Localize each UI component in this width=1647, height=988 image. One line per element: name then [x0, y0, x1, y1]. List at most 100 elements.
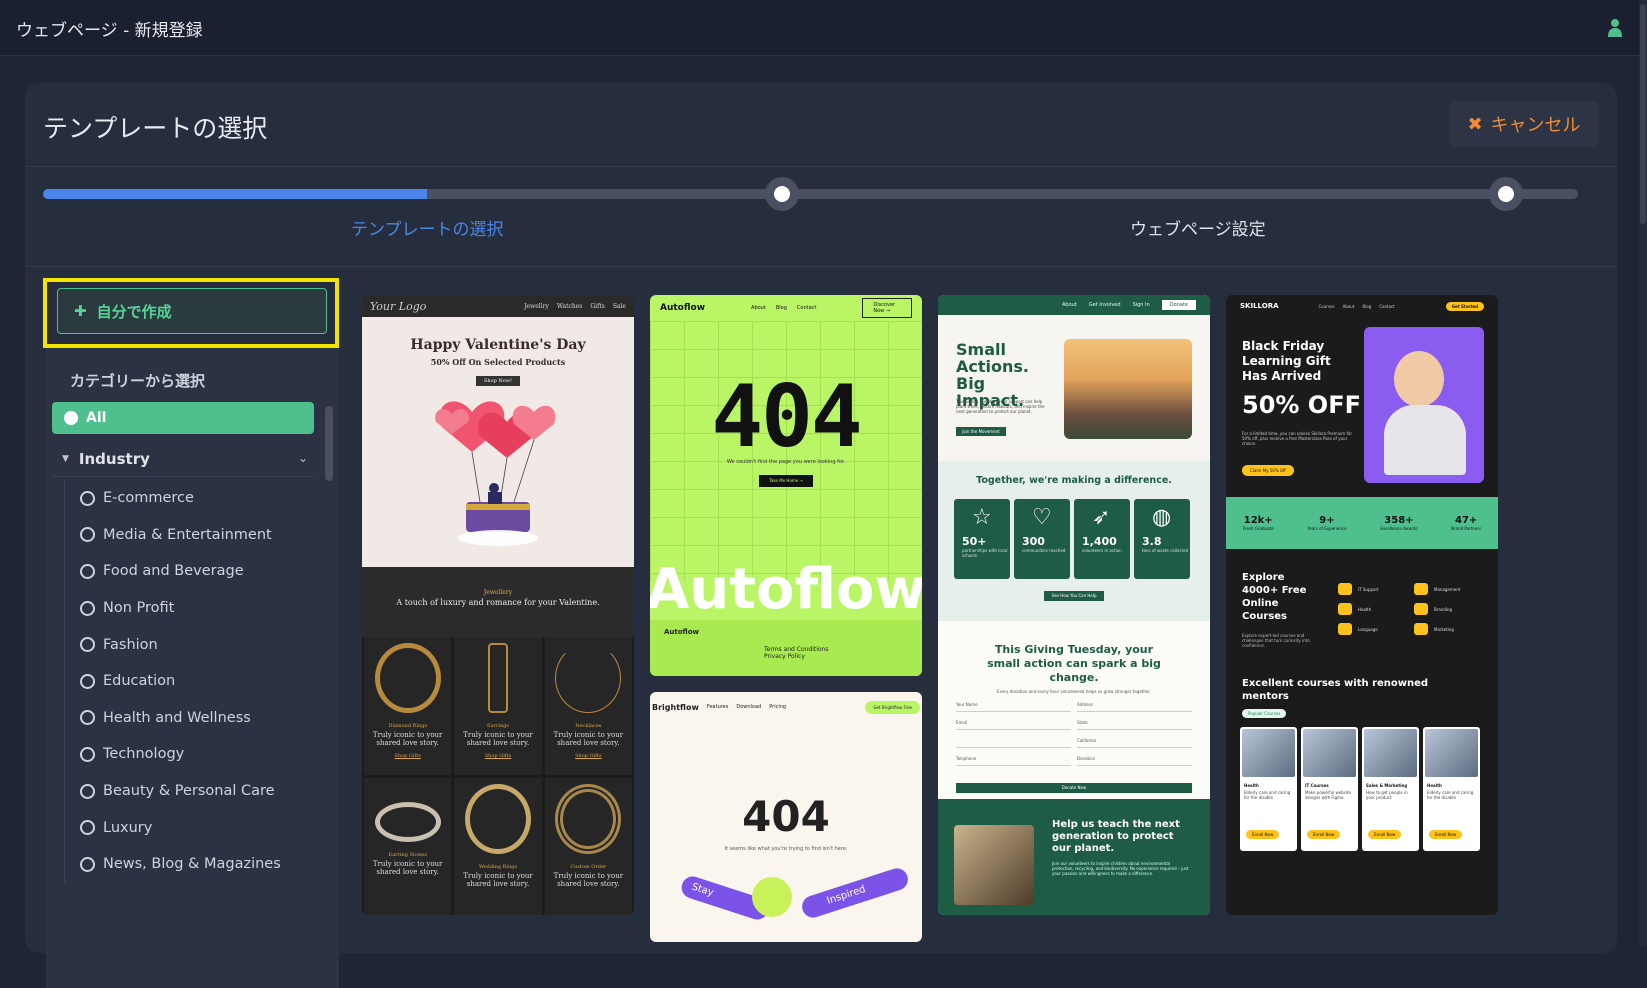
- create-own-label: 自分で作成: [96, 302, 172, 321]
- template-nav-link: Sign In: [1132, 302, 1150, 308]
- radio-icon: [80, 527, 95, 543]
- category-item[interactable]: E-commerce: [65, 480, 314, 517]
- category-box: カテゴリーから選択 All ▼ Industry ⌄ E-commerce Me…: [46, 348, 339, 988]
- template-ribbon: Inspired: [799, 865, 911, 921]
- stat-value: 300: [1022, 535, 1045, 548]
- category-item-label: Education: [103, 673, 176, 690]
- course-desc: Make powerful website designs with Figma: [1305, 790, 1351, 800]
- template-paragraph: For a limited time, you can unlock Skill…: [1242, 431, 1352, 446]
- stat-label: Excellence Awards: [1380, 526, 1418, 531]
- stat-value: 3.8: [1142, 535, 1162, 548]
- template-product-grid: Diamond Rings Truly iconic to your shared…: [362, 637, 634, 915]
- course-card: Sales & Marketing How to get people in yo…: [1362, 727, 1419, 851]
- category-item[interactable]: Health and Wellness: [65, 700, 314, 737]
- product-desc: Truly iconic to your shared love story.: [463, 872, 533, 888]
- template-section: Jewellery A touch of luxury and romance …: [362, 567, 634, 637]
- category-item[interactable]: Technology: [65, 736, 314, 773]
- template-card-skillora[interactable]: SKILLORA Courses About Blog Contact Get …: [1226, 295, 1498, 915]
- category-item[interactable]: Luxury: [65, 809, 314, 846]
- radio-icon: [80, 820, 95, 836]
- user-icon[interactable]: [1607, 18, 1623, 38]
- category-item[interactable]: Beauty & Personal Care: [65, 773, 314, 810]
- page-title: テンプレートの選択: [43, 114, 268, 143]
- template-nav-link: Blog: [1362, 303, 1372, 309]
- category-item-label: Technology: [103, 746, 185, 763]
- category-item-label: Luxury: [103, 819, 153, 836]
- industry-group-label: Industry: [78, 449, 150, 468]
- template-card-nonprofit[interactable]: About Get Involved Sign In Donate Small …: [938, 295, 1210, 915]
- product-name: Diamond Rings: [388, 723, 428, 729]
- create-highlight: ✚ 自分で作成: [43, 278, 339, 348]
- page-scrollbar[interactable]: [1639, 0, 1647, 945]
- industry-group-toggle[interactable]: ▼ Industry ⌄: [52, 441, 314, 477]
- create-own-button[interactable]: ✚ 自分で作成: [57, 288, 327, 334]
- footer-link: Terms and Conditions: [764, 646, 829, 653]
- category-item[interactable]: Food and Beverage: [65, 553, 314, 590]
- course-name: Sales & Marketing: [1366, 783, 1408, 788]
- category-item[interactable]: Education: [65, 663, 314, 700]
- rocket-icon: ➶: [1092, 505, 1111, 530]
- arrow-badge-icon: [752, 877, 792, 917]
- category-item[interactable]: Media & Entertainment: [65, 517, 314, 554]
- step-label-settings[interactable]: ウェブページ設定: [1130, 215, 1266, 240]
- category-item[interactable]: News, Blog & Magazines: [65, 846, 314, 883]
- category-all[interactable]: All: [52, 402, 314, 434]
- category-scrollbar[interactable]: [325, 406, 333, 481]
- course-button: Enroll Now: [1307, 830, 1341, 839]
- template-product: Diamond Rings Truly iconic to your shared…: [364, 637, 452, 775]
- category-item[interactable]: Fashion: [65, 626, 314, 663]
- course-tag-label: Management: [1434, 586, 1461, 592]
- category-item-label: Food and Beverage: [103, 563, 244, 580]
- group-photo: [1064, 339, 1192, 439]
- stats-title: Together, we're making a difference.: [976, 475, 1172, 486]
- cancel-button[interactable]: ✖ キャンセル: [1449, 101, 1599, 147]
- template-section: Help us teach the next generation to pro…: [938, 799, 1210, 915]
- plus-icon: ✚: [74, 302, 87, 320]
- course-tag: Branding: [1414, 603, 1490, 615]
- template-card-valentine[interactable]: Your Logo Jewellry Watches Gifts Sale Ha…: [362, 295, 634, 915]
- section-paragraph: Explore expert-led courses and challenge…: [1242, 633, 1310, 648]
- course-tag-label: Language: [1358, 626, 1378, 632]
- stat: 47+ Brand Partners: [1451, 515, 1481, 531]
- template-nav: Your Logo Jewellry Watches Gifts Sale: [362, 295, 634, 317]
- template-stats: 12k+ Fresh Graduate 9+ Years of Experience…: [1226, 497, 1498, 549]
- section-title: Explore 4000+ Free Online Courses: [1242, 572, 1307, 622]
- stat-value: 358+: [1384, 515, 1414, 526]
- template-nav-link: Download: [736, 704, 762, 710]
- category-item-label: News, Blog & Magazines: [103, 856, 281, 873]
- category-icon: [1414, 623, 1428, 635]
- template-button: Get Brightflow Free: [865, 700, 920, 714]
- category-item[interactable]: Non Profit: [65, 590, 314, 627]
- progress-track: [43, 189, 1578, 199]
- template-nav-link: Pricing: [769, 704, 787, 710]
- template-hero: Small Actions. Big Impact. This Giving T…: [938, 315, 1210, 461]
- panel-header: テンプレートの選択 ✖ キャンセル: [25, 83, 1617, 167]
- form-title: This Giving Tuesday, your small action c…: [987, 643, 1161, 684]
- stat-tile: ☆ 50+ partnerships with local schools: [954, 499, 1010, 579]
- template-nav: About Get Involved Sign In Donate: [938, 295, 1210, 315]
- stat-value: 9+: [1319, 515, 1335, 526]
- template-heading: Happy Valentine's Day: [410, 337, 586, 353]
- radio-icon: [80, 746, 95, 762]
- template-nav-link: Blog: [775, 305, 787, 311]
- template-tagline: A touch of luxury and romance for your V…: [396, 598, 600, 607]
- template-card-brightflow[interactable]: Brightflow Features Download Pricing Get…: [650, 692, 922, 942]
- template-brand: SKILLORA: [1240, 302, 1279, 310]
- page-scrollbar-thumb[interactable]: [1640, 4, 1646, 224]
- form-subtitle: Every donation and every hour volunteere…: [997, 689, 1151, 694]
- product-desc: Truly iconic to your shared love story.: [463, 731, 533, 747]
- section-paragraph: Join our volunteers to inspire children …: [1052, 861, 1189, 876]
- heart-icon: ♡: [1032, 505, 1052, 530]
- course-photo: [1242, 729, 1295, 777]
- radio-icon: [80, 637, 95, 653]
- template-button: Donate Now: [956, 783, 1192, 793]
- template-nav-link: Contact: [796, 305, 817, 311]
- template-card-autoflow[interactable]: Autoflow About Blog Contact Discover Now…: [650, 295, 922, 676]
- course-card: Health Elderly care and caring for the di…: [1240, 727, 1297, 851]
- course-tag-label: Health: [1358, 606, 1372, 612]
- product-name: Earring Stones: [388, 852, 427, 858]
- student-photo: [1364, 327, 1484, 483]
- template-selection-panel: テンプレートの選択 ✖ キャンセル テンプレートの選択 ウェブページ設定 ✚ 自…: [25, 83, 1617, 988]
- category-icon: [1338, 603, 1352, 615]
- step-label-template[interactable]: テンプレートの選択: [351, 215, 504, 240]
